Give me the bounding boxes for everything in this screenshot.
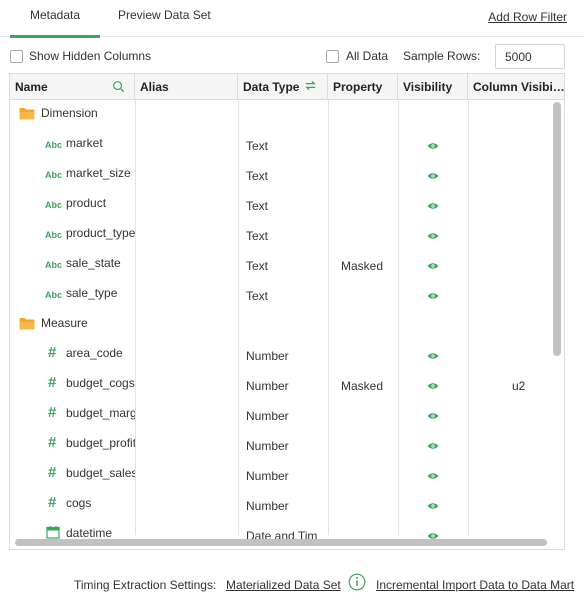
field-name: budget_marg (66, 406, 135, 420)
tab-metadata[interactable]: Metadata (10, 0, 100, 38)
field-name: product_type (66, 226, 135, 240)
column-header-column-visibility[interactable]: Column Visibi… (468, 74, 564, 100)
field-data-type[interactable]: Text (246, 169, 324, 183)
sample-rows-input[interactable] (495, 44, 565, 69)
text-type-icon: Abc (45, 260, 63, 270)
tab-preview-data-set[interactable]: Preview Data Set (118, 0, 211, 37)
all-data-checkbox[interactable] (326, 50, 339, 63)
eye-icon[interactable] (427, 142, 439, 150)
field-data-type[interactable]: Text (246, 289, 324, 303)
field-name: budget_cogs (66, 376, 135, 390)
folder-name: Dimension (41, 106, 98, 120)
tab-bar: Metadata Preview Data Set Add Row Filter (0, 0, 584, 38)
field-row[interactable]: # budget_profit Number (10, 431, 552, 461)
sample-rows-label: Sample Rows: (403, 49, 481, 63)
eye-icon[interactable] (427, 382, 439, 390)
text-type-icon: Abc (45, 290, 63, 300)
field-property[interactable]: Masked (341, 379, 383, 393)
field-data-type[interactable]: Text (246, 259, 324, 273)
field-name: sale_state (66, 256, 121, 270)
folder-icon (19, 108, 35, 120)
eye-icon[interactable] (427, 352, 439, 360)
eye-icon[interactable] (427, 202, 439, 210)
field-name: market_size (66, 166, 131, 180)
field-name: budget_profit (66, 436, 135, 450)
field-row[interactable]: # budget_sales Number (10, 461, 552, 491)
eye-icon[interactable] (427, 262, 439, 270)
column-header-data-type-label: Data Type (243, 80, 300, 94)
field-row[interactable]: # budget_marg Number (10, 401, 552, 431)
number-type-icon: # (48, 494, 57, 511)
eye-icon[interactable] (427, 442, 439, 450)
field-row[interactable]: Abc sale_state Text Masked (10, 251, 552, 281)
show-hidden-columns-label: Show Hidden Columns (29, 49, 152, 63)
info-icon[interactable] (348, 573, 366, 591)
field-data-type[interactable]: Number (246, 379, 324, 393)
field-row[interactable]: # cogs Number (10, 491, 552, 521)
text-type-icon: Abc (45, 170, 63, 180)
field-data-type[interactable]: Number (246, 439, 324, 453)
column-header-alias[interactable]: Alias (135, 74, 238, 100)
column-header-visibility[interactable]: Visibility (398, 74, 468, 100)
field-data-type[interactable]: Text (246, 199, 324, 213)
folder-name: Measure (41, 316, 88, 330)
folder-row[interactable]: Measure (10, 311, 552, 341)
field-name: sale_type (66, 286, 118, 300)
eye-icon[interactable] (427, 232, 439, 240)
grid-header: Name Alias Data Type Property Visibility… (10, 74, 564, 100)
incremental-import-link[interactable]: Incremental Import Data to Data Mart (376, 578, 574, 592)
text-type-icon: Abc (45, 230, 63, 240)
eye-icon[interactable] (427, 472, 439, 480)
add-row-filter-link[interactable]: Add Row Filter (488, 10, 567, 24)
field-data-type[interactable]: Text (246, 229, 324, 243)
field-name: datetime (66, 526, 113, 540)
field-row[interactable]: Abc market Text (10, 131, 552, 161)
text-type-icon: Abc (45, 200, 63, 210)
eye-icon[interactable] (427, 172, 439, 180)
field-name: market (66, 136, 103, 150)
number-type-icon: # (48, 374, 57, 391)
folder-icon (19, 318, 35, 330)
search-icon[interactable] (112, 80, 125, 93)
vertical-scrollbar[interactable] (553, 102, 561, 356)
calendar-icon (46, 526, 60, 539)
field-row[interactable]: # area_code Number (10, 341, 552, 371)
number-type-icon: # (48, 434, 57, 451)
folder-row[interactable]: Dimension (10, 101, 552, 131)
swap-icon[interactable] (304, 79, 317, 92)
eye-icon[interactable] (427, 292, 439, 300)
field-name: cogs (66, 496, 92, 510)
timing-extraction-label: Timing Extraction Settings: (74, 578, 217, 592)
field-data-type[interactable]: Number (246, 469, 324, 483)
field-row[interactable]: Abc sale_type Text (10, 281, 552, 311)
show-hidden-columns-checkbox[interactable] (10, 50, 23, 63)
field-row[interactable]: Abc market_size Text (10, 161, 552, 191)
field-property[interactable]: Masked (341, 259, 383, 273)
field-data-type[interactable]: Number (246, 499, 324, 513)
column-header-name-label: Name (15, 80, 48, 94)
metadata-grid: Name Alias Data Type Property Visibility… (9, 73, 565, 550)
field-row[interactable]: # budget_cogs Number Masked u2 (10, 371, 552, 401)
field-name: area_code (66, 346, 123, 360)
field-data-type[interactable]: Number (246, 409, 324, 423)
horizontal-scrollbar[interactable] (15, 539, 547, 546)
text-type-icon: Abc (45, 140, 63, 150)
field-column-visibility[interactable]: u2 (512, 379, 525, 393)
eye-icon[interactable] (427, 412, 439, 420)
field-name: product (66, 196, 107, 210)
materialized-data-set-link[interactable]: Materialized Data Set (226, 578, 341, 592)
footer: Timing Extraction Settings: Materialized… (0, 572, 584, 596)
number-type-icon: # (48, 344, 57, 361)
all-data-label: All Data (346, 49, 389, 63)
field-name: budget_sales (66, 466, 135, 480)
field-data-type[interactable]: Number (246, 349, 324, 363)
field-data-type[interactable]: Text (246, 139, 324, 153)
field-row[interactable]: Abc product Text (10, 191, 552, 221)
field-row[interactable]: Abc product_type Text (10, 221, 552, 251)
number-type-icon: # (48, 404, 57, 421)
options-bar: Show Hidden Columns All Data Sample Rows… (0, 44, 584, 70)
eye-icon[interactable] (427, 502, 439, 510)
column-header-property[interactable]: Property (328, 74, 398, 100)
number-type-icon: # (48, 464, 57, 481)
